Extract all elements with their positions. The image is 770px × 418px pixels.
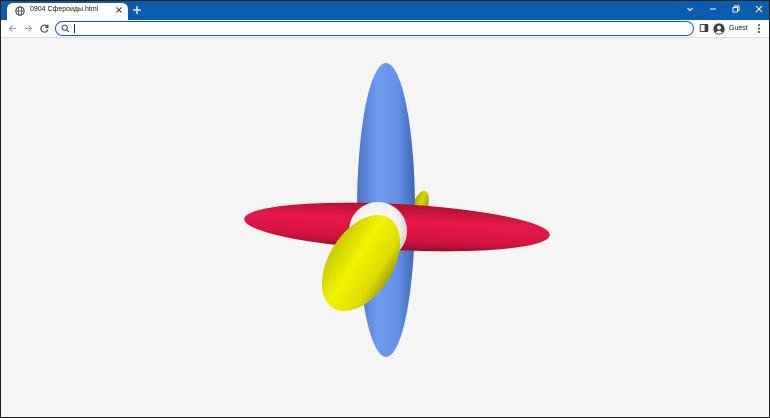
spheroids-scene[interactable] — [1, 38, 769, 417]
browser-toolbar: Guest — [1, 20, 769, 38]
side-panel-icon[interactable] — [699, 23, 709, 33]
plus-icon[interactable] — [132, 5, 142, 15]
page-content — [1, 38, 769, 417]
avatar-icon — [713, 22, 725, 35]
profile-button[interactable]: Guest — [713, 22, 748, 35]
minimize-icon[interactable] — [708, 4, 718, 14]
browser-window: 0904 Сфероиды.html Guest — [0, 0, 770, 418]
search-icon — [61, 24, 70, 33]
restore-icon[interactable] — [731, 4, 741, 14]
title-bar: 0904 Сфероиды.html — [1, 1, 769, 20]
kebab-menu-icon[interactable] — [754, 23, 764, 34]
active-tab[interactable]: 0904 Сфероиды.html — [7, 3, 128, 20]
address-input[interactable] — [73, 23, 673, 34]
close-icon[interactable] — [754, 4, 764, 14]
profile-label: Guest — [729, 25, 748, 32]
address-bar[interactable] — [55, 21, 694, 36]
text-caret — [74, 24, 75, 33]
back-arrow-icon[interactable] — [7, 23, 18, 34]
close-icon[interactable] — [114, 5, 124, 15]
tab-title: 0904 Сфероиды.html — [30, 6, 99, 13]
reload-icon[interactable] — [39, 23, 50, 34]
chevron-down-icon[interactable] — [685, 4, 695, 14]
globe-icon — [15, 6, 25, 16]
forward-arrow-icon[interactable] — [23, 23, 34, 34]
